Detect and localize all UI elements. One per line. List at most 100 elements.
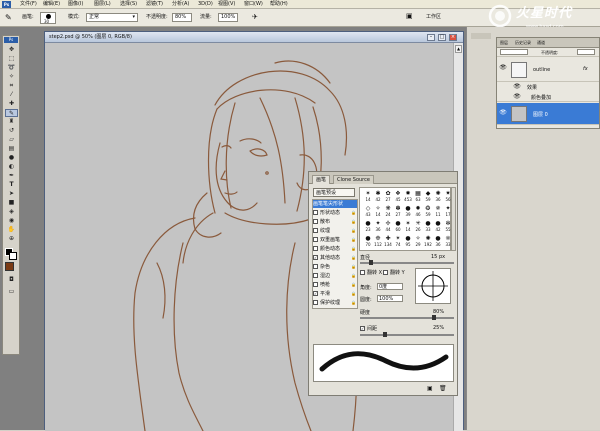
stamp-tool-icon[interactable]: ♜ [5,118,18,126]
lock-icon[interactable]: 🔒 [351,209,356,217]
roundness-field[interactable]: 100% [377,295,403,302]
mode-select[interactable]: 正常 ▾ [86,13,138,22]
layer-effects-row[interactable]: 👁 效果 [497,82,599,92]
brush-option-item[interactable]: 喷枪 🔒 [313,281,357,289]
menu-3d[interactable]: 3D(D) [198,1,213,8]
minimize-button[interactable]: – [427,34,435,41]
brush-option-item[interactable]: ✓ 其他动态 🔒 [313,254,357,262]
workspace-label[interactable]: 工作区 [426,14,441,21]
lock-icon[interactable]: 🔒 [351,281,356,289]
dock-collapse-strip[interactable] [471,33,491,39]
checkbox[interactable] [313,273,318,278]
checkbox[interactable] [313,219,318,224]
bridge-icon[interactable]: ▣ [406,12,413,21]
brush-option-item[interactable]: 画笔笔尖形状 [313,200,357,208]
close-button[interactable]: × [449,34,457,41]
layer-opacity-field[interactable] [577,49,595,55]
menu-window[interactable]: 窗口(W) [244,1,263,8]
screen-mode-icon[interactable]: ▭ [5,288,18,296]
path-select-tool-icon[interactable]: ➤ [5,190,18,198]
move-tool-icon[interactable]: ✥ [5,46,18,54]
spacing-slider-thumb[interactable] [382,332,387,337]
tab-layers[interactable]: 图层 [500,40,508,46]
hardness-slider[interactable] [360,317,454,319]
tab-history[interactable]: 历史记录 [515,40,531,46]
checkbox[interactable] [313,210,318,215]
menu-filter[interactable]: 滤镜(T) [146,1,163,8]
document-title-bar[interactable]: step2.psd @ 50% (图层 0, RGB/8) – □ × [45,32,463,43]
menu-help[interactable]: 帮助(H) [270,1,288,8]
gradient-tool-icon[interactable]: ▤ [5,145,18,153]
eye-icon[interactable]: 👁 [499,64,507,72]
checkbox[interactable] [313,246,318,251]
brush-option-item[interactable]: 湿边 🔒 [313,272,357,280]
menu-image[interactable]: 图像(I) [68,1,83,8]
brush-grid-scrollbar[interactable] [451,187,456,251]
trash-icon[interactable]: 🗑 [439,385,447,392]
type-tool-icon[interactable]: T [5,181,18,189]
flip-x-checkbox[interactable]: 翻转 X [360,269,382,276]
tab-channels[interactable]: 通道 [537,40,545,46]
checkbox[interactable]: ✓ [313,255,318,260]
blur-tool-icon[interactable]: ● [5,154,18,162]
brush-option-item[interactable]: 纹理 🔒 [313,227,357,235]
brush-tool-icon[interactable]: ✎ [5,109,18,117]
background-color-swatch[interactable] [9,252,17,260]
eye-icon[interactable]: 👁 [499,109,507,117]
layer-effect-color-overlay[interactable]: 👁 颜色叠加 [497,92,599,102]
hardness-slider-thumb[interactable] [432,315,436,320]
eraser-tool-icon[interactable]: ▱ [5,136,18,144]
checkbox[interactable] [313,264,318,269]
crop-tool-icon[interactable]: ⌗ [5,82,18,90]
checkbox[interactable]: ✓ [313,291,318,296]
eye-icon[interactable]: 👁 [513,93,521,101]
diameter-slider[interactable] [360,262,454,264]
lock-icon[interactable]: 🔒 [351,254,356,262]
brush-option-item[interactable]: 保护纹理 🔒 [313,299,357,307]
brush-option-item[interactable]: 形状动态 🔒 [313,209,357,217]
quick-select-tool-icon[interactable]: ✧ [5,73,18,81]
tab-brushes[interactable]: 画笔 [312,175,331,184]
lock-icon[interactable]: 🔒 [351,272,356,280]
3d-camera-tool-icon[interactable]: ◉ [5,217,18,225]
maximize-button[interactable]: □ [438,34,446,41]
flip-y-checkbox[interactable]: 翻转 Y [383,269,405,276]
brush-presets-button[interactable]: 画笔预设 [313,188,355,197]
menu-edit[interactable]: 编辑(E) [43,1,60,8]
brush-option-item[interactable]: 颜色动态 🔒 [313,245,357,253]
zoom-tool-icon[interactable]: ⊕ [5,235,18,243]
opacity-field[interactable]: 80% [172,13,192,22]
brush-option-item[interactable]: 杂色 🔒 [313,263,357,271]
lock-icon[interactable]: 🔒 [351,236,356,244]
menu-analysis[interactable]: 分析(A) [172,1,189,8]
marquee-tool-icon[interactable]: ⬚ [5,55,18,63]
brush-tool-icon[interactable]: ✎ [5,13,12,22]
airbrush-icon[interactable]: ✈ [252,13,258,22]
brush-picker[interactable]: 30 [40,12,56,24]
brush-option-item[interactable]: ✓ 平滑 🔒 [313,290,357,298]
eye-icon[interactable]: 👁 [513,83,521,91]
new-preset-icon[interactable]: ▣ [427,385,433,392]
lock-icon[interactable]: 🔒 [351,290,356,298]
lock-icon[interactable]: 🔒 [351,299,356,307]
history-brush-tool-icon[interactable]: ↺ [5,127,18,135]
layer-row-layer0[interactable]: 👁 图层 0 [497,103,599,125]
lasso-tool-icon[interactable]: ➰ [5,64,18,72]
brush-option-item[interactable]: 散布 🔒 [313,218,357,226]
blend-mode-select[interactable] [500,49,528,55]
checkbox[interactable] [313,300,318,305]
diameter-slider-thumb[interactable] [369,260,373,265]
lock-icon[interactable]: 🔒 [351,227,356,235]
checkbox[interactable] [313,228,318,233]
angle-roundness-widget[interactable] [415,268,451,304]
healing-tool-icon[interactable]: ✚ [5,100,18,108]
spacing-checkbox[interactable]: ✓ 间距 [360,325,377,332]
shape-tool-icon[interactable]: ■ [5,199,18,207]
lock-icon[interactable]: 🔒 [351,245,356,253]
spacing-value[interactable]: 25% [433,325,444,331]
fx-icon[interactable]: fx [583,66,588,72]
scroll-up-icon[interactable]: ▲ [455,45,462,53]
menu-file[interactable]: 文件(F) [20,1,37,8]
quick-mask-icon[interactable]: ◘ [5,276,18,284]
layer-row-outline[interactable]: 👁 outline fx [497,58,599,82]
